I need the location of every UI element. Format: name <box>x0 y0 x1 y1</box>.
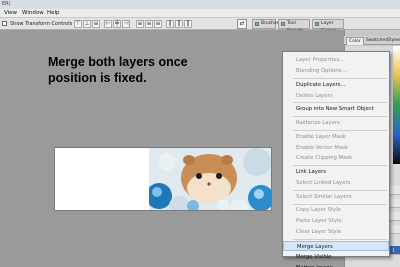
menu-item-clear-layer-style[interactable]: Clear Layer Style <box>283 227 389 237</box>
menu-item-delete-layers[interactable]: Delete Layers <box>283 91 389 101</box>
menu-item-duplicate-layers[interactable]: Duplicate Layers... <box>283 80 389 90</box>
menu-item-flatten-image[interactable]: Flatten Image <box>283 263 389 267</box>
tab-brushes[interactable]: Brushes <box>252 19 280 29</box>
color-ramp[interactable] <box>393 46 400 164</box>
document-canvas[interactable] <box>54 147 272 211</box>
color-panel-tabs: Color Swatches Styles <box>344 36 400 45</box>
window-title: ER) <box>2 1 11 7</box>
distribute-right-icon[interactable]: ‖ <box>184 20 192 28</box>
menu-item-paste-layer-style[interactable]: Paste Layer Style <box>283 216 389 226</box>
tab-tool-presets[interactable]: Tool Presets <box>278 19 310 34</box>
menu-item-rasterize-layers[interactable]: Rasterize Layers <box>283 118 389 128</box>
menu-item-link-layers[interactable]: Link Layers <box>283 167 389 177</box>
align-left-icon[interactable]: ⊢ <box>104 20 112 28</box>
instruction-text: Merge both layers once position is fixed… <box>48 55 188 85</box>
show-transform-label: Show Transform Controls <box>10 21 73 27</box>
menu-item-create-clipping-mask[interactable]: Create Clipping Mask <box>283 153 389 163</box>
align-right-icon[interactable]: ⊣ <box>122 20 130 28</box>
menu-item-layer-properties[interactable]: Layer Properties... <box>283 55 389 65</box>
menu-window[interactable]: Window <box>22 9 44 18</box>
tab-layer-comps[interactable]: Layer Comps <box>312 19 344 34</box>
distribute-middle-icon[interactable]: ≡ <box>145 20 153 28</box>
menu-item-blending-options[interactable]: Blending Options... <box>283 66 389 76</box>
distribute-center-icon[interactable]: ‖ <box>175 20 183 28</box>
distribute-left-icon[interactable]: ‖ <box>166 20 174 28</box>
menu-item-enable-vector-mask[interactable]: Enable Vector Mask <box>283 143 389 153</box>
tab-styles[interactable]: Styles <box>385 37 400 45</box>
tab-color[interactable]: Color <box>346 37 364 45</box>
distribute-bottom-icon[interactable]: ≡ <box>154 20 162 28</box>
align-bottom-icon[interactable]: ≡ <box>92 20 100 28</box>
layer-comps-icon <box>315 22 319 26</box>
options-bar: Show Transform Controls ⊤ ⊥ ≡ ⊢ ╪ ⊣ ≡ ≡ … <box>0 18 400 34</box>
align-center-icon[interactable]: ╪ <box>113 20 121 28</box>
menu-help[interactable]: Help <box>47 9 60 18</box>
menu-item-enable-layer-mask[interactable]: Enable Layer Mask <box>283 132 389 142</box>
menu-item-select-linked-layers[interactable]: Select Linked Layers <box>283 178 389 188</box>
layer-context-menu: Layer Properties... Blending Options... Du… <box>282 51 390 267</box>
menu-item-copy-layer-style[interactable]: Copy Layer Style <box>283 205 389 215</box>
workspace-switch-icon[interactable]: ⇄ <box>237 19 247 29</box>
distribute-top-icon[interactable]: ≡ <box>136 20 144 28</box>
menu-item-select-similar-layers[interactable]: Select Similar Layers <box>283 192 389 202</box>
title-bar: ER) <box>0 0 400 9</box>
menu-item-group-into-new-smart-object[interactable]: Group into New Smart Object <box>283 104 389 114</box>
hamster-photo <box>149 148 271 210</box>
tool-presets-icon <box>281 22 285 26</box>
brushes-icon <box>255 22 259 26</box>
menu-item-merge-layers[interactable]: Merge Layers <box>283 240 389 251</box>
align-top-icon[interactable]: ⊤ <box>74 20 82 28</box>
show-transform-checkbox[interactable] <box>2 21 7 26</box>
tab-brushes-label: Brushes <box>261 21 280 26</box>
menu-view[interactable]: View <box>4 9 17 18</box>
menu-bar: View Window Help <box>0 9 400 18</box>
menu-item-merge-visible[interactable]: Merge Visible <box>283 252 389 262</box>
align-middle-icon[interactable]: ⊥ <box>83 20 91 28</box>
